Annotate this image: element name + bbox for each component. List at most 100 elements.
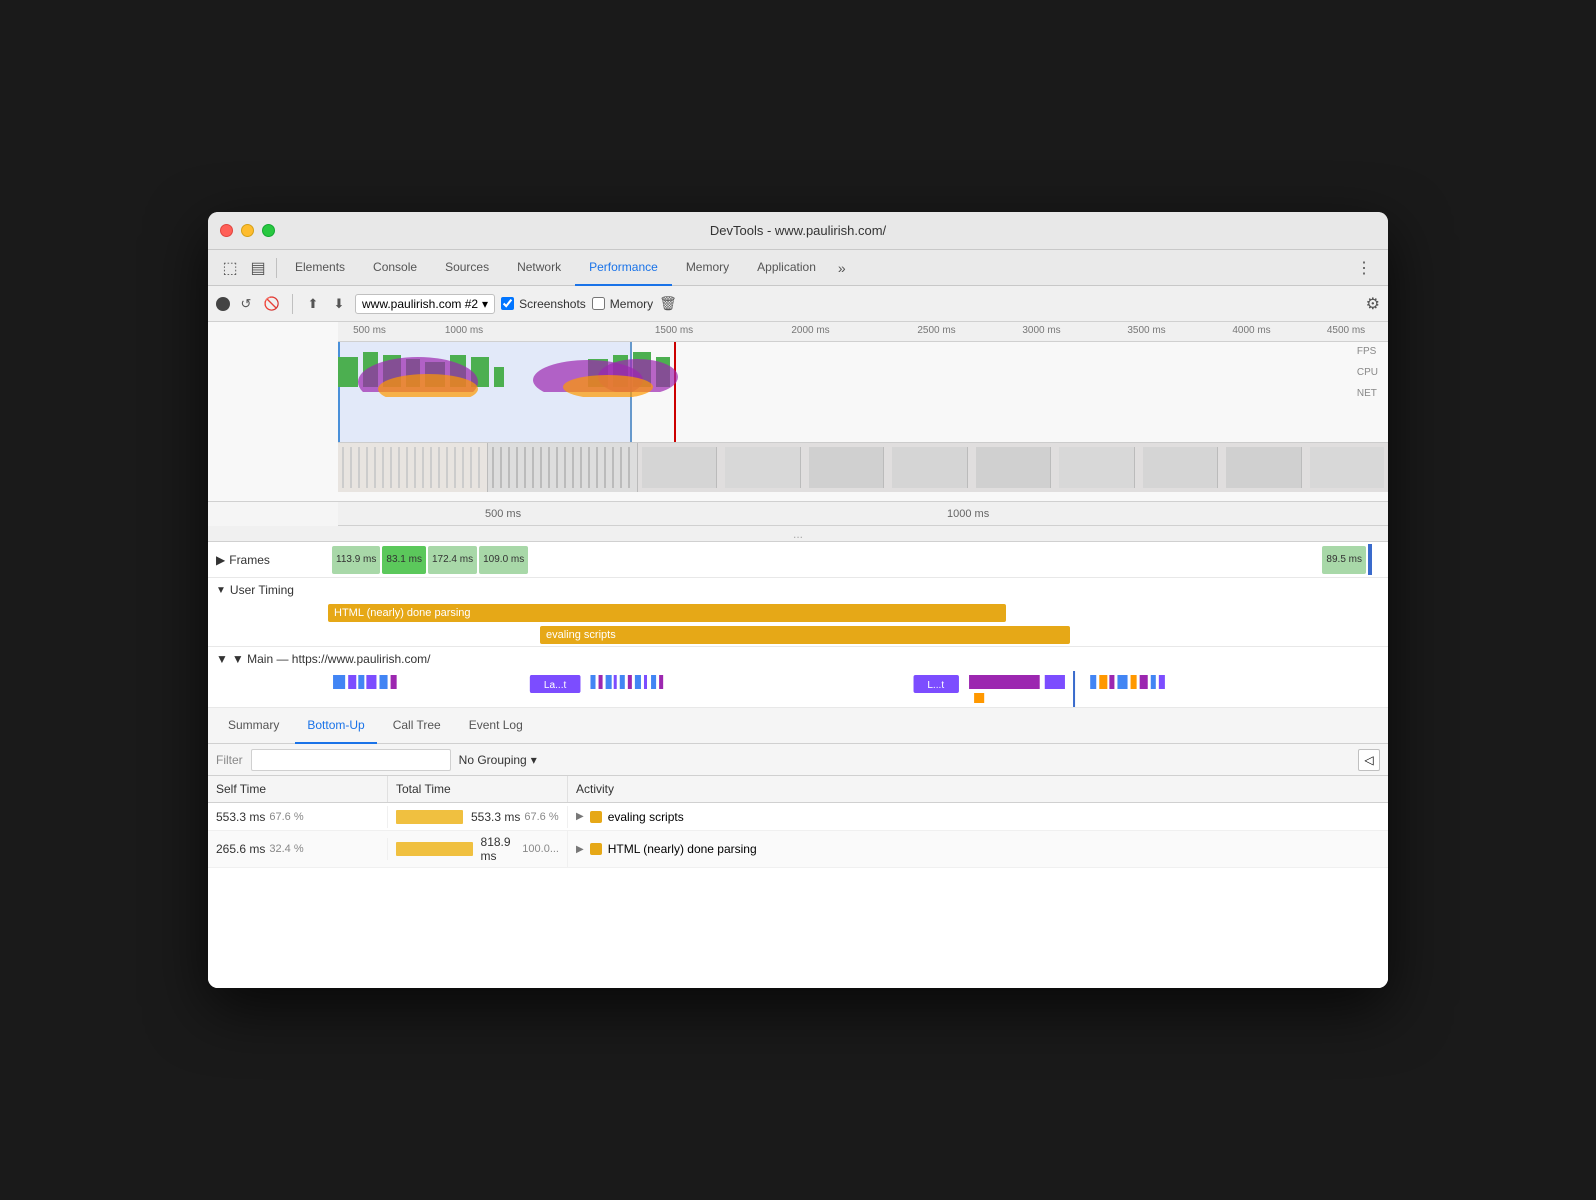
time-ruler: 500 ms 1000 ms 1500 ms 2000 ms 2500 ms 3… (338, 322, 1388, 342)
url-selector[interactable]: www.paulirish.com #2 ▾ (355, 294, 495, 314)
table-row: 265.6 ms 32.4 % 818.9 ms 100.0... ▶ HTML… (208, 831, 1388, 868)
screenshots-checkbox-row: Screenshots (501, 297, 586, 311)
bottom-tabs: Summary Bottom-Up Call Tree Event Log (208, 708, 1388, 744)
tab-elements[interactable]: Elements (281, 250, 359, 286)
window-title: DevTools - www.paulirish.com/ (710, 223, 886, 238)
activity-color-1 (590, 811, 602, 823)
more-tabs[interactable]: » (830, 260, 854, 276)
cell-totaltime-2: 818.9 ms 100.0... (388, 831, 568, 867)
selftime-pct-2: 32.4 % (269, 843, 303, 855)
tab-call-tree[interactable]: Call Tree (381, 708, 453, 744)
tab-sources[interactable]: Sources (431, 250, 503, 286)
frame-marker (1368, 544, 1372, 575)
filter-input[interactable] (251, 749, 451, 771)
activity-label-2: HTML (nearly) done parsing (608, 842, 757, 856)
memory-checkbox[interactable] (592, 297, 605, 310)
grouping-label: No Grouping (459, 753, 527, 767)
main-collapse-icon[interactable]: ▼ (216, 652, 228, 666)
ruler-1000ms: 1000 ms (445, 325, 483, 336)
record-button[interactable] (216, 297, 230, 311)
expand-arrow-2[interactable]: ▶ (576, 844, 584, 855)
main-track: La...t L...t (328, 671, 1388, 707)
totaltime-val-2: 818.9 ms (481, 835, 519, 863)
frames-row: ▶ Frames 113.9 ms 83.1 ms 172.4 ms 109.0… (208, 542, 1388, 578)
traffic-lights (220, 224, 275, 237)
tab-console[interactable]: Console (359, 250, 431, 286)
maximize-button[interactable] (262, 224, 275, 237)
svg-text:La...t: La...t (544, 680, 567, 691)
filter-label: Filter (216, 753, 243, 767)
frame-3: 172.4 ms (428, 546, 477, 574)
tab-application[interactable]: Application (743, 250, 830, 286)
filter-row: Filter No Grouping ▾ ◁ (208, 744, 1388, 776)
selftime-val-1: 553.3 ms (216, 810, 265, 824)
frames-text: Frames (229, 553, 270, 567)
cell-activity-1: ▶ evaling scripts (568, 806, 1388, 828)
main-track-svg: La...t L...t (328, 671, 1388, 707)
main-header: ▼ ▼ Main — https://www.paulirish.com/ (208, 647, 1388, 671)
timeline-overview: 500 ms 1000 ms 1500 ms 2000 ms 2500 ms 3… (208, 322, 1388, 502)
tab-summary[interactable]: Summary (216, 708, 291, 744)
cell-selftime-1: 553.3 ms 67.6 % (208, 806, 388, 828)
grouping-select[interactable]: No Grouping ▾ (459, 753, 537, 767)
totaltime-pct-2: 100.0... (522, 843, 559, 855)
frame-5: 89.5 ms (1322, 546, 1366, 574)
collapse-button[interactable]: ◁ (1358, 749, 1380, 771)
col-header-totaltime: Total Time (388, 776, 568, 802)
tab-network[interactable]: Network (503, 250, 575, 286)
activity-label-1: evaling scripts (608, 810, 684, 824)
col-header-selftime: Self Time (208, 776, 388, 802)
ruler-4500ms: 4500 ms (1327, 325, 1365, 336)
perf-content: ▶ Frames 113.9 ms 83.1 ms 172.4 ms 109.0… (208, 542, 1388, 988)
frames-content: 113.9 ms 83.1 ms 172.4 ms 109.0 ms 89.5 … (328, 542, 1376, 577)
tab-event-log[interactable]: Event Log (457, 708, 535, 744)
devtools-window: DevTools - www.paulirish.com/ ⬚ ▤ Elemen… (208, 212, 1388, 988)
tab-bottom-up[interactable]: Bottom-Up (295, 708, 376, 744)
bottom-ruler: 500 ms 1000 ms (338, 502, 1388, 526)
minimize-button[interactable] (241, 224, 254, 237)
orange-graph (338, 357, 1388, 397)
url-label: www.paulirish.com #2 (362, 297, 478, 311)
svg-text:L...t: L...t (927, 680, 944, 691)
frame-1: 113.9 ms (332, 546, 380, 574)
screenshot-strip (338, 442, 1388, 492)
tab-memory[interactable]: Memory (672, 250, 743, 286)
dock-icon[interactable]: ▤ (244, 254, 272, 282)
bottom-ruler-1000ms: 1000 ms (947, 508, 989, 520)
ruler-1500ms: 1500 ms (655, 325, 693, 336)
settings-icon[interactable]: ⚙ (1366, 294, 1380, 314)
user-timing-header: ▼ User Timing (208, 578, 1388, 602)
close-button[interactable] (220, 224, 233, 237)
col-header-activity: Activity (568, 776, 1388, 802)
title-bar: DevTools - www.paulirish.com/ (208, 212, 1388, 250)
screenshot-strip-rest (638, 443, 1388, 492)
trash-icon[interactable]: 🗑 (659, 295, 677, 312)
totaltime-pct-1: 67.6 % (524, 811, 558, 823)
selftime-val-2: 265.6 ms (216, 842, 265, 856)
cell-activity-2: ▶ HTML (nearly) done parsing (568, 838, 1388, 860)
download-icon[interactable]: ⬇ (329, 294, 349, 314)
html-parsing-label: HTML (nearly) done parsing (334, 607, 471, 619)
evaling-label: evaling scripts (546, 629, 616, 641)
ruler-3500ms: 3500 ms (1127, 325, 1165, 336)
frames-expand-icon[interactable]: ▶ (216, 553, 225, 567)
expand-arrow-1[interactable]: ▶ (576, 811, 584, 822)
upload-icon[interactable]: ⬆ (303, 294, 323, 314)
cursor-icon[interactable]: ⬚ (216, 254, 244, 282)
cell-selftime-2: 265.6 ms 32.4 % (208, 838, 388, 860)
table-header: Self Time Total Time Activity (208, 776, 1388, 803)
data-table: Self Time Total Time Activity 553.3 ms 6… (208, 776, 1388, 988)
bottom-ruler-500ms: 500 ms (485, 508, 521, 520)
ruler-2500ms: 2500 ms (917, 325, 955, 336)
graph-area (338, 342, 1388, 442)
clear-icon[interactable]: 🚫 (262, 294, 282, 314)
frame-2: 83.1 ms (382, 546, 426, 574)
html-parsing-bar: HTML (nearly) done parsing (328, 604, 1006, 622)
screenshots-checkbox[interactable] (501, 297, 514, 310)
reload-icon[interactable]: ↺ (236, 294, 256, 314)
record-bar: ↺ 🚫 ⬆ ⬇ www.paulirish.com #2 ▾ Screensho… (208, 286, 1388, 322)
tab-performance[interactable]: Performance (575, 250, 672, 286)
devtools-menu[interactable]: ⋮ (1348, 258, 1380, 278)
screenshots-label: Screenshots (519, 297, 586, 311)
user-timing-collapse-icon[interactable]: ▼ (216, 585, 226, 596)
